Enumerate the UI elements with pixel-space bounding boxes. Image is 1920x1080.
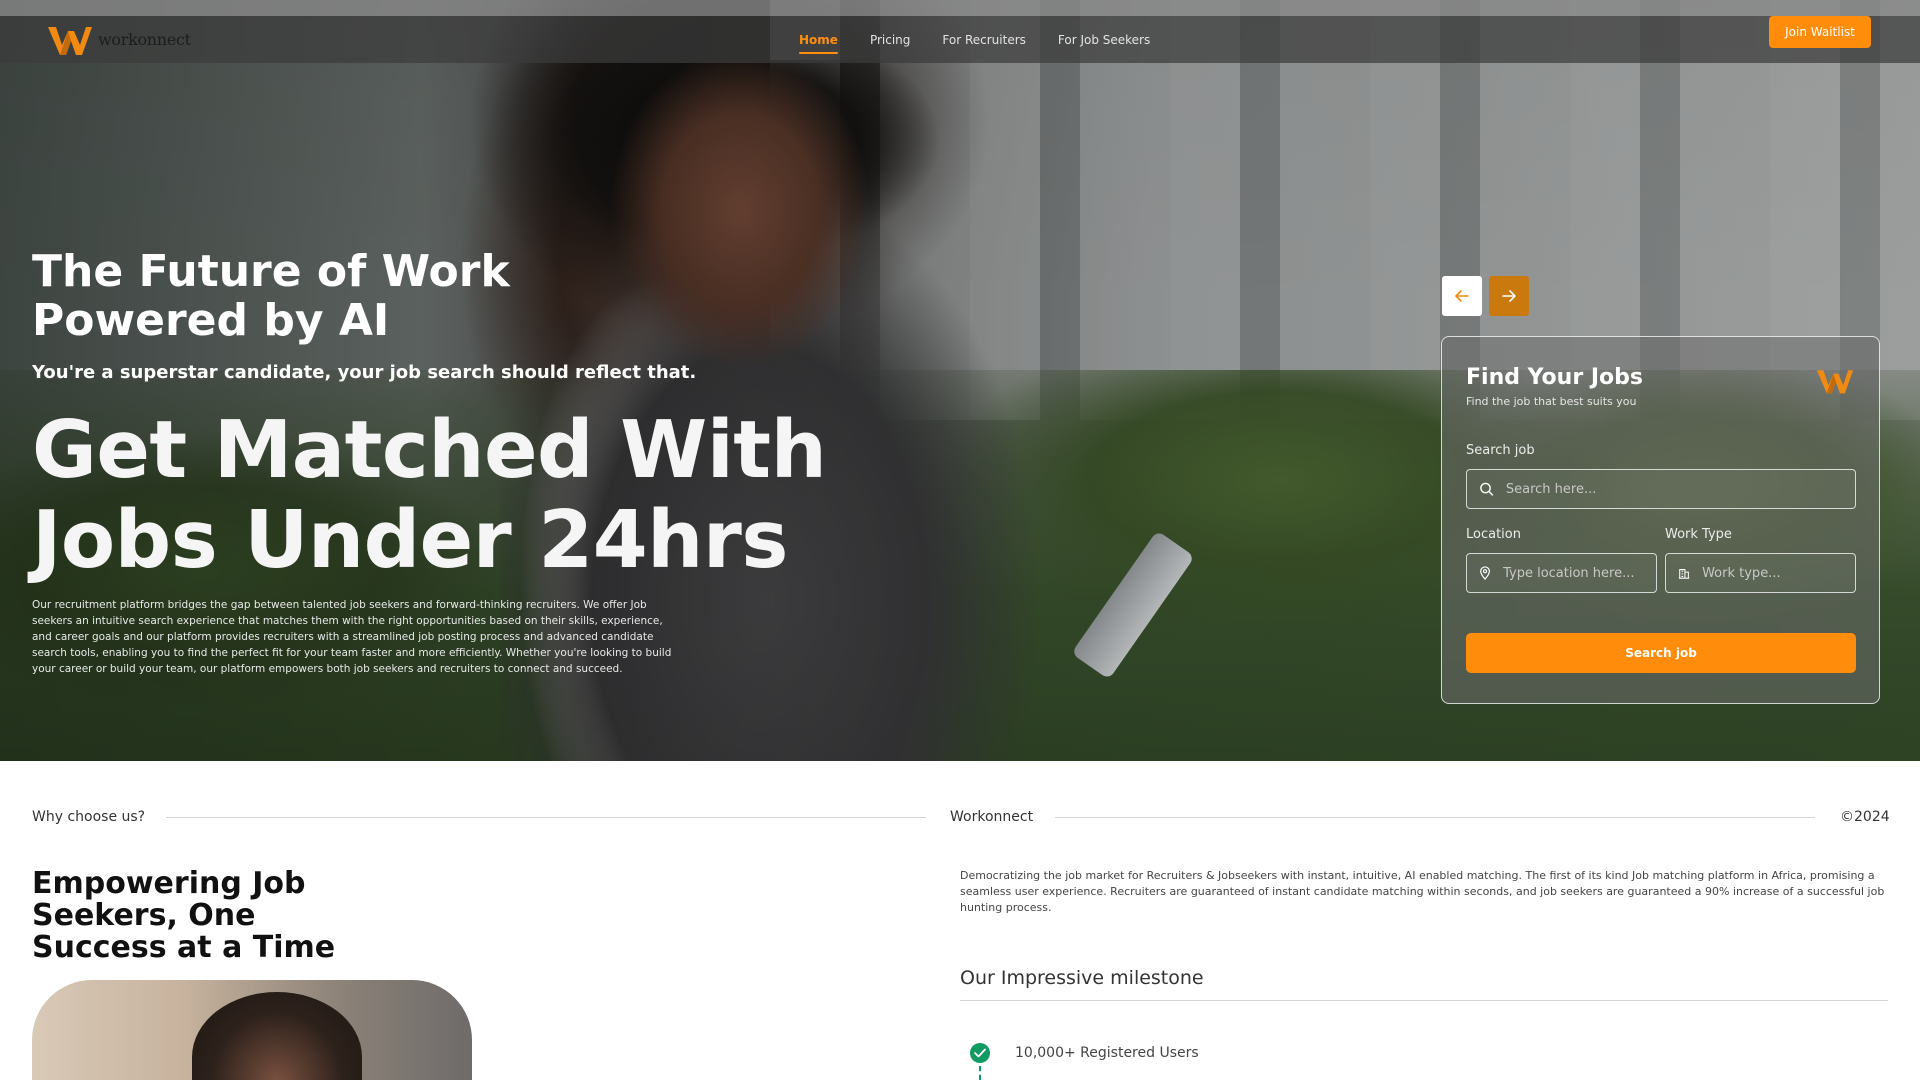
carousel-next-button[interactable] [1489,276,1529,316]
milestone-title: Our Impressive milestone [960,967,1204,989]
arrow-left-icon [1455,290,1469,302]
hero-headline: Get Matched With Jobs Under 24hrs [32,404,827,586]
work-type-field[interactable] [1665,553,1856,593]
nav-link-home[interactable]: Home [799,33,838,54]
find-jobs-card: Find Your Jobs Find the job that best su… [1441,336,1880,704]
top-navbar: workonnect Home Pricing For Recruiters F… [0,16,1920,63]
section-brand-label: Workonnect [950,809,1034,825]
copyright-year: ©2024 [1840,809,1890,825]
divider [960,1000,1888,1001]
hero-description: Our recruitment platform bridges the gap… [32,599,672,675]
hero-title: The Future of Work Powered by AI [32,246,510,346]
about-text: Democratizing the job market for Recruit… [960,869,1885,914]
join-waitlist-button[interactable]: Join Waitlist [1769,16,1871,48]
section-heading: Empowering Job Seekers, One Success at a… [32,866,336,965]
find-jobs-subtitle: Find the job that best suits you [1466,395,1637,408]
find-jobs-title: Find Your Jobs [1466,365,1643,390]
location-field[interactable] [1466,553,1657,593]
why-choose-us-label: Why choose us? [32,809,146,825]
location-input[interactable] [1503,565,1656,581]
search-icon [1480,482,1494,496]
arrow-right-icon [1502,290,1516,302]
carousel-prev-button[interactable] [1442,276,1482,316]
logo-icon [1816,370,1854,394]
divider [166,817,926,818]
check-icon [970,1043,990,1063]
search-job-button[interactable]: Search job [1466,633,1856,673]
milestone-item: 10,000+ Registered Users [1015,1045,1199,1061]
nav-links: Home Pricing For Recruiters For Job Seek… [799,16,1150,63]
search-job-field[interactable] [1466,469,1856,509]
building-icon [1678,569,1690,579]
location-label: Location [1466,527,1521,542]
work-type-label: Work Type [1665,527,1732,542]
milestone-connector [979,1066,981,1080]
divider [1055,817,1815,818]
logo-icon [48,26,92,55]
work-type-input[interactable] [1702,565,1855,581]
brand-logo[interactable]: workonnect [46,16,191,63]
brand-name: workonnect [98,30,191,49]
search-job-label: Search job [1466,443,1535,458]
location-pin-icon [1480,566,1490,580]
search-job-input[interactable] [1505,481,1855,497]
section-photo [32,980,472,1080]
nav-link-for-recruiters[interactable]: For Recruiters [942,33,1026,47]
nav-link-pricing[interactable]: Pricing [870,33,910,47]
nav-link-for-job-seekers[interactable]: For Job Seekers [1058,33,1150,47]
hero-subtitle: You're a superstar candidate, your job s… [32,362,697,383]
